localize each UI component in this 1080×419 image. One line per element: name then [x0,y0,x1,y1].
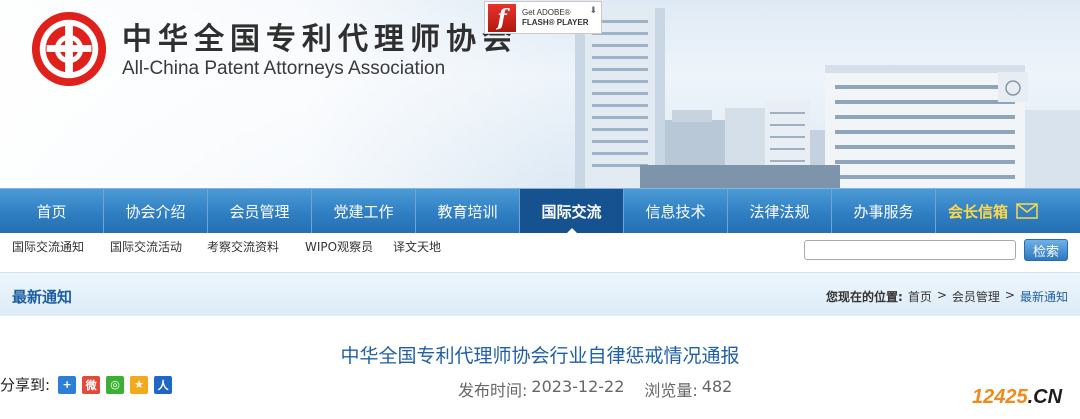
president-mailbox-label: 会长信箱 [948,202,1009,221]
breadcrumb-prefix: 您现在的位置: [826,290,903,304]
site-watermark: 12425.CN [972,386,1062,409]
breadcrumb-members-link[interactable]: 会员管理 [952,288,1000,305]
nav-item-international[interactable]: 国际交流 [520,189,624,234]
publish-date-label: 发布时间: [458,381,528,400]
site-title-en: All-China Patent Attorneys Association [122,58,446,79]
nav-item-law[interactable]: 法律法规 [728,189,832,233]
share-label: 分享到: [0,376,51,394]
flash-badge-text: Get ADOBE® FLASH® PLAYER [522,8,589,28]
get-flash-player-badge[interactable]: f Get ADOBE® FLASH® PLAYER ⬇ [484,1,602,34]
nav-item-education[interactable]: 教育培训 [416,189,520,233]
nav-item-about[interactable]: 协会介绍 [104,189,208,233]
nav-item-president-mailbox[interactable]: 会长信箱 [936,189,1076,233]
subnav-item-activities[interactable]: 国际交流活动 [110,238,182,255]
subnav-item-translations[interactable]: 译文天地 [393,238,441,255]
mail-icon [1016,203,1038,219]
breadcrumb-separator: > [1004,288,1015,302]
article-meta: 发布时间: 2023-12-22 浏览量: 482 [458,377,732,401]
section-title: 最新通知 [12,288,73,306]
views-label: 浏览量: [644,381,698,400]
nav-item-it[interactable]: 信息技术 [624,189,728,233]
flash-line2: FLASH® PLAYER [522,17,589,27]
site-title-cn: 中华全国专利代理师协会 [122,22,518,57]
watermark-number: 12425 [972,386,1028,408]
nav-item-party[interactable]: 党建工作 [312,189,416,233]
subnav-item-notices[interactable]: 国际交流通知 [12,238,84,255]
section-bar: 最新通知 您现在的位置: 首页 > 会员管理 > 最新通知 [0,272,1080,316]
download-arrow-icon: ⬇ [589,6,597,16]
subnav-item-wipo-observer[interactable]: WIPO观察员 [305,238,373,255]
search-button[interactable]: 检索 [1024,239,1068,261]
breadcrumb: 您现在的位置: 首页 > 会员管理 > 最新通知 [826,288,1068,305]
watermark-domain: .CN [1027,386,1063,408]
header-banner: 中华全国专利代理师协会 All-China Patent Attorneys A… [0,0,1080,188]
main-nav: 首页 协会介绍 会员管理 党建工作 教育培训 国际交流 信息技术 法律法规 办事… [0,188,1080,234]
association-logo-icon[interactable] [30,10,108,88]
breadcrumb-separator: > [936,288,947,302]
nav-item-services[interactable]: 办事服务 [832,189,936,233]
nav-item-home[interactable]: 首页 [0,189,104,233]
flash-line1: Get ADOBE® [522,7,571,17]
subnav-item-study-materials[interactable]: 考察交流资料 [207,238,279,255]
share-weibo-icon[interactable]: 微 [82,375,101,394]
nav-item-members[interactable]: 会员管理 [208,189,312,233]
share-bar: 分享到: + 微 ◎ ★ 人 [0,374,178,395]
share-wechat-icon[interactable]: ◎ [106,375,125,394]
article-title: 中华全国专利代理师协会行业自律惩戒情况通报 [340,345,740,367]
share-qzone-icon[interactable]: ★ [130,375,149,394]
publish-date: 2023-12-22 [531,377,625,396]
share-more-icon[interactable]: + [58,375,77,394]
breadcrumb-current[interactable]: 最新通知 [1020,288,1068,305]
share-renren-icon[interactable]: 人 [154,375,173,394]
views-count: 482 [701,377,733,396]
flash-logo-icon: f [488,3,516,32]
search-input[interactable] [804,240,1016,260]
breadcrumb-home-link[interactable]: 首页 [908,288,932,305]
